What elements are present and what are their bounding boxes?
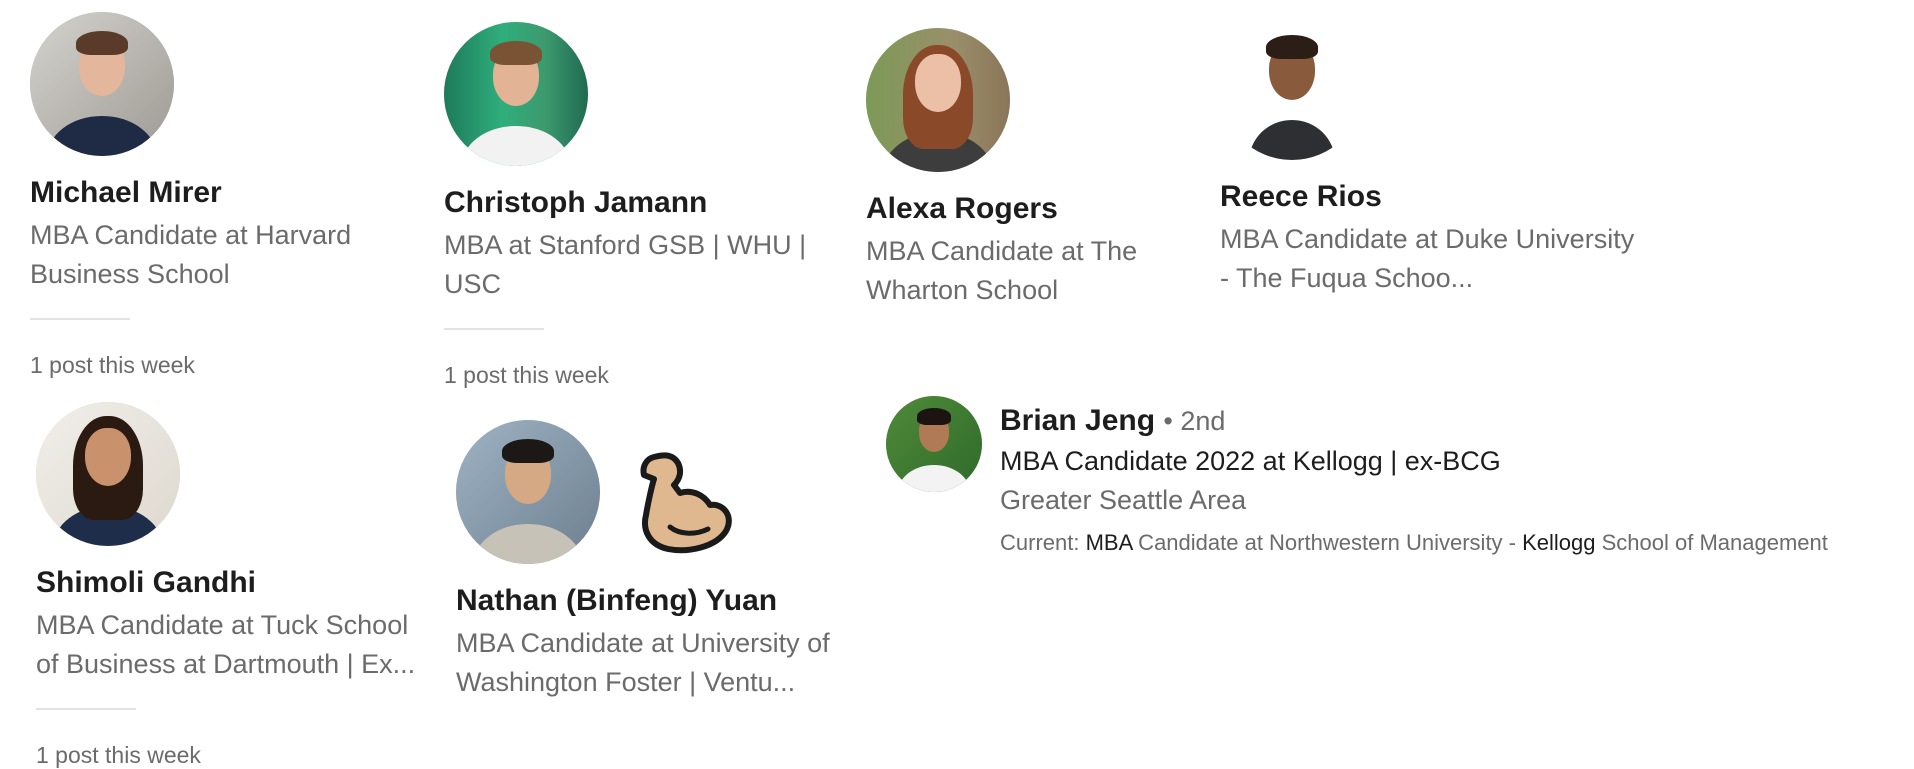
divider <box>444 328 544 330</box>
person-card-christoph-jamann[interactable]: Christoph Jamann MBA at Stanford GSB | W… <box>444 22 824 389</box>
person-name[interactable]: Alexa Rogers <box>866 192 1186 226</box>
person-card-reece-rios[interactable]: Reece Rios MBA Candidate at Duke Univers… <box>1220 16 1640 298</box>
post-activity: 1 post this week <box>36 742 201 768</box>
person-headline: MBA Candidate at Tuck School of Business… <box>36 610 416 679</box>
avatar[interactable] <box>36 402 180 546</box>
person-headline: MBA Candidate 2022 at Kellogg | ex-BCG <box>1000 446 1501 476</box>
avatar[interactable] <box>30 12 174 156</box>
post-activity: 1 post this week <box>444 362 609 388</box>
person-headline: MBA at Stanford GSB | WHU | USC <box>444 230 807 299</box>
person-name[interactable]: Shimoli Gandhi <box>36 566 426 600</box>
avatar[interactable] <box>444 22 588 166</box>
connection-degree: • 2nd <box>1163 406 1226 436</box>
avatar[interactable] <box>886 396 982 492</box>
person-name[interactable]: Michael Mirer <box>30 176 390 210</box>
person-name[interactable]: Reece Rios <box>1220 180 1640 214</box>
person-name[interactable]: Christoph Jamann <box>444 186 824 220</box>
person-name[interactable]: Brian Jeng <box>1000 404 1155 437</box>
highlight-mba: MBA <box>1085 530 1133 555</box>
person-headline: MBA Candidate at Duke University - The F… <box>1220 224 1635 293</box>
divider <box>36 708 136 710</box>
person-location: Greater Seattle Area <box>1000 485 1247 515</box>
person-card-michael-mirer[interactable]: Michael Mirer MBA Candidate at Harvard B… <box>30 12 390 379</box>
person-headline: MBA Candidate at University of Washingto… <box>456 628 830 697</box>
post-activity: 1 post this week <box>30 352 195 378</box>
person-card-alexa-rogers[interactable]: Alexa Rogers MBA Candidate at The Wharto… <box>866 28 1186 310</box>
avatar[interactable] <box>866 28 1010 172</box>
flexed-biceps-icon <box>640 452 732 554</box>
divider <box>30 318 130 320</box>
person-headline: MBA Candidate at Harvard Business School <box>30 220 352 289</box>
avatar[interactable] <box>456 420 600 564</box>
person-headline: MBA Candidate at The Wharton School <box>866 236 1138 305</box>
person-card-shimoli-gandhi[interactable]: Shimoli Gandhi MBA Candidate at Tuck Sch… <box>36 402 426 769</box>
avatar[interactable] <box>1220 16 1364 160</box>
current-position: Current: MBA Candidate at Northwestern U… <box>1000 530 1828 555</box>
person-name[interactable]: Nathan (Binfeng) Yuan <box>456 584 856 618</box>
highlight-kellogg: Kellogg <box>1522 530 1596 555</box>
